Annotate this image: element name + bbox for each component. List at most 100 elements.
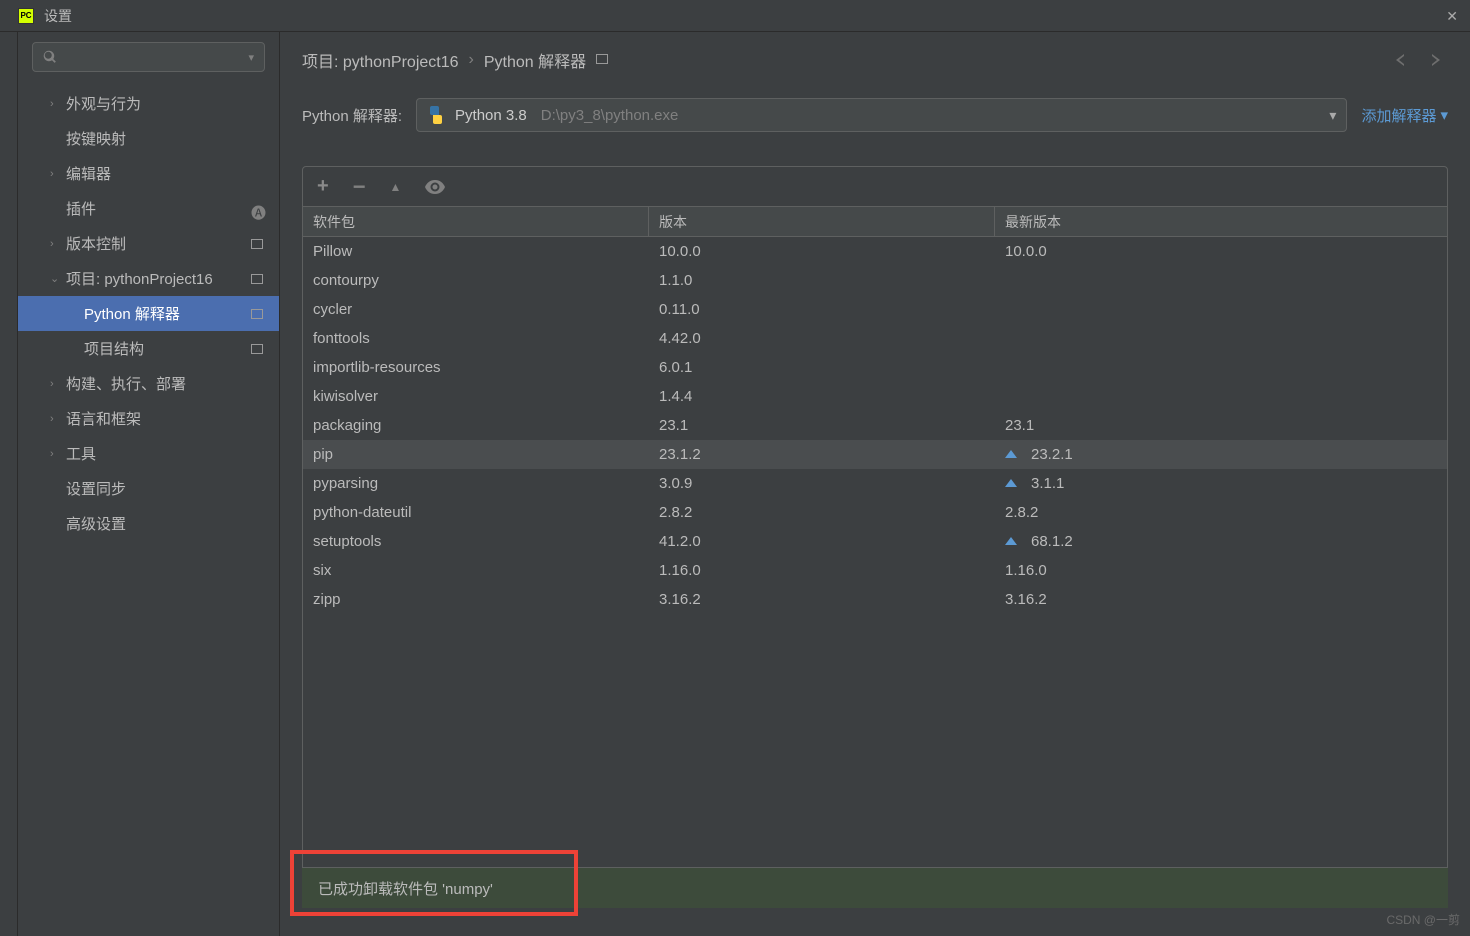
- cell-latest: 2.8.2: [995, 498, 1447, 527]
- interpreter-dropdown[interactable]: Python 3.8 D:\py3_8\python.exe ▾: [416, 98, 1347, 132]
- sidebar-item[interactable]: ⌄项目: pythonProject16: [18, 261, 279, 296]
- sidebar-item[interactable]: ›外观与行为: [18, 86, 279, 121]
- sidebar-item[interactable]: 插件🅐: [18, 191, 279, 226]
- add-interpreter-link[interactable]: 添加解释器 ▾: [1361, 105, 1448, 126]
- table-row[interactable]: six1.16.01.16.0: [303, 556, 1447, 585]
- nav-forward-icon[interactable]: [1426, 52, 1446, 68]
- table-row[interactable]: Pillow10.0.010.0.0: [303, 237, 1447, 266]
- cell-latest: [995, 382, 1447, 411]
- add-package-button[interactable]: +: [317, 175, 329, 198]
- column-package[interactable]: 软件包: [303, 207, 649, 236]
- upgrade-arrow-icon: [1005, 450, 1017, 460]
- table-row[interactable]: fonttools4.42.0: [303, 324, 1447, 353]
- status-bar: 已成功卸载软件包 'numpy': [302, 868, 1448, 908]
- table-row[interactable]: cycler0.11.0: [303, 295, 1447, 324]
- table-row[interactable]: pip23.1.223.2.1: [303, 440, 1447, 469]
- interpreter-name: Python 3.8: [455, 107, 527, 124]
- sidebar-item[interactable]: 项目结构: [18, 331, 279, 366]
- show-early-releases-button[interactable]: [425, 180, 445, 194]
- cell-latest: 23.2.1: [995, 440, 1447, 469]
- project-badge-icon: [251, 307, 267, 321]
- cell-version: 4.42.0: [649, 324, 995, 353]
- nav-back-icon[interactable]: [1392, 52, 1412, 68]
- cell-latest: [995, 324, 1447, 353]
- upgrade-package-button[interactable]: ▲: [390, 180, 402, 194]
- sidebar-item[interactable]: ›版本控制: [18, 226, 279, 261]
- sidebar-item[interactable]: ›语言和框架: [18, 401, 279, 436]
- cell-package-name: pyparsing: [303, 469, 649, 498]
- language-icon: 🅐: [251, 202, 267, 216]
- package-toolbar: + − ▲: [303, 167, 1447, 207]
- cell-package-name: packaging: [303, 411, 649, 440]
- table-row[interactable]: python-dateutil2.8.22.8.2: [303, 498, 1447, 527]
- status-message: 已成功卸载软件包 'numpy': [318, 878, 493, 899]
- search-icon: [43, 50, 57, 64]
- cell-version: 1.4.4: [649, 382, 995, 411]
- column-version[interactable]: 版本: [649, 207, 995, 236]
- python-icon: [427, 106, 445, 124]
- sidebar-item-label: 版本控制: [66, 233, 251, 254]
- cell-version: 0.11.0: [649, 295, 995, 324]
- sidebar-item[interactable]: Python 解释器: [18, 296, 279, 331]
- sidebar-item-label: 编辑器: [66, 163, 267, 184]
- cell-version: 2.8.2: [649, 498, 995, 527]
- project-badge-icon: [251, 272, 267, 286]
- sidebar-item[interactable]: ›构建、执行、部署: [18, 366, 279, 401]
- sidebar-item-label: 构建、执行、部署: [66, 373, 267, 394]
- package-list: Pillow10.0.010.0.0contourpy1.1.0cycler0.…: [303, 237, 1447, 867]
- table-row[interactable]: contourpy1.1.0: [303, 266, 1447, 295]
- sidebar-item[interactable]: 高级设置: [18, 506, 279, 541]
- cell-latest: 3.16.2: [995, 585, 1447, 614]
- cell-version: 1.16.0: [649, 556, 995, 585]
- project-badge-icon: [596, 51, 608, 69]
- sidebar-item-label: 按键映射: [66, 128, 267, 149]
- sidebar-item[interactable]: ›编辑器: [18, 156, 279, 191]
- sidebar-item-label: 工具: [66, 443, 267, 464]
- app-icon: PC: [18, 8, 34, 24]
- tree-arrow-icon: ⌄: [50, 272, 66, 285]
- tree-arrow-icon: ›: [50, 378, 66, 390]
- sidebar-item[interactable]: 设置同步: [18, 471, 279, 506]
- cell-latest: 68.1.2: [995, 527, 1447, 556]
- sidebar-item[interactable]: 按键映射: [18, 121, 279, 156]
- cell-package-name: Pillow: [303, 237, 649, 266]
- remove-package-button[interactable]: −: [353, 174, 366, 200]
- project-badge-icon: [251, 237, 267, 251]
- titlebar: PC 设置 ✕: [0, 0, 1470, 32]
- chevron-down-icon: ▾: [1440, 106, 1448, 124]
- cell-version: 3.0.9: [649, 469, 995, 498]
- window-title: 设置: [44, 6, 72, 26]
- left-gutter: [0, 32, 18, 936]
- cell-version: 3.16.2: [649, 585, 995, 614]
- table-row[interactable]: importlib-resources6.0.1: [303, 353, 1447, 382]
- sidebar-item[interactable]: ›工具: [18, 436, 279, 471]
- cell-version: 23.1.2: [649, 440, 995, 469]
- cell-latest: 10.0.0: [995, 237, 1447, 266]
- cell-version: 10.0.0: [649, 237, 995, 266]
- cell-version: 1.1.0: [649, 266, 995, 295]
- search-input[interactable]: ▾: [32, 42, 265, 72]
- tree-arrow-icon: ›: [50, 98, 66, 110]
- table-row[interactable]: zipp3.16.23.16.2: [303, 585, 1447, 614]
- sidebar-item-label: 设置同步: [66, 478, 267, 499]
- tree-arrow-icon: ›: [50, 448, 66, 460]
- table-row[interactable]: setuptools41.2.068.1.2: [303, 527, 1447, 556]
- breadcrumb: 项目: pythonProject16 › Python 解释器: [280, 32, 1470, 86]
- tree-arrow-icon: ›: [50, 168, 66, 180]
- table-row[interactable]: kiwisolver1.4.4: [303, 382, 1447, 411]
- sidebar-item-label: 项目: pythonProject16: [66, 268, 251, 289]
- cell-latest: 3.1.1: [995, 469, 1447, 498]
- upgrade-arrow-icon: [1005, 479, 1017, 489]
- cell-package-name: cycler: [303, 295, 649, 324]
- sidebar-item-label: 项目结构: [84, 338, 251, 359]
- column-latest[interactable]: 最新版本: [995, 207, 1447, 236]
- interpreter-label: Python 解释器:: [302, 105, 402, 126]
- cell-package-name: zipp: [303, 585, 649, 614]
- table-row[interactable]: packaging23.123.1: [303, 411, 1447, 440]
- cell-package-name: python-dateutil: [303, 498, 649, 527]
- table-row[interactable]: pyparsing3.0.93.1.1: [303, 469, 1447, 498]
- upgrade-arrow-icon: [1005, 537, 1017, 547]
- close-icon[interactable]: ✕: [1446, 8, 1458, 25]
- cell-package-name: fonttools: [303, 324, 649, 353]
- cell-latest: 23.1: [995, 411, 1447, 440]
